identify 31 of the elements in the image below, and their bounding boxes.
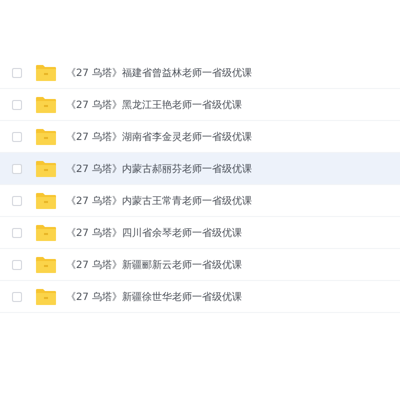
checkbox[interactable] <box>12 100 22 110</box>
file-name: 《27 乌塔》内蒙古王常青老师一省级优课 <box>66 194 252 208</box>
file-row[interactable]: 《27 乌塔》新疆郦新云老师一省级优课 <box>0 249 400 281</box>
file-row[interactable]: 《27 乌塔》四川省余琴老师一省级优课 <box>0 217 400 249</box>
file-row[interactable]: 《27 乌塔》内蒙古郝丽芬老师一省级优课 <box>0 153 400 185</box>
folder-icon <box>36 96 56 113</box>
folder-icon <box>36 256 56 273</box>
folder-icon <box>36 288 56 305</box>
file-name: 《27 乌塔》湖南省李金灵老师一省级优课 <box>66 130 252 144</box>
folder-icon <box>36 128 56 145</box>
file-name: 《27 乌塔》福建省曾益林老师一省级优课 <box>66 66 252 80</box>
file-row[interactable]: 《27 乌塔》黑龙江王艳老师一省级优课 <box>0 89 400 121</box>
folder-icon <box>36 224 56 241</box>
file-name: 《27 乌塔》新疆徐世华老师一省级优课 <box>66 290 242 304</box>
checkbox[interactable] <box>12 260 22 270</box>
file-row[interactable]: 《27 乌塔》福建省曾益林老师一省级优课 <box>0 57 400 89</box>
file-name: 《27 乌塔》四川省余琴老师一省级优课 <box>66 226 242 240</box>
file-name: 《27 乌塔》内蒙古郝丽芬老师一省级优课 <box>66 162 252 176</box>
file-row[interactable]: 《27 乌塔》内蒙古王常青老师一省级优课 <box>0 185 400 217</box>
folder-icon <box>36 160 56 177</box>
file-row[interactable]: 《27 乌塔》新疆徐世华老师一省级优课 <box>0 281 400 313</box>
file-name: 《27 乌塔》新疆郦新云老师一省级优课 <box>66 258 242 272</box>
checkbox[interactable] <box>12 132 22 142</box>
checkbox[interactable] <box>12 68 22 78</box>
checkbox[interactable] <box>12 228 22 238</box>
checkbox[interactable] <box>12 292 22 302</box>
folder-icon <box>36 64 56 81</box>
checkbox[interactable] <box>12 164 22 174</box>
folder-icon <box>36 192 56 209</box>
checkbox[interactable] <box>12 196 22 206</box>
file-name: 《27 乌塔》黑龙江王艳老师一省级优课 <box>66 98 242 112</box>
